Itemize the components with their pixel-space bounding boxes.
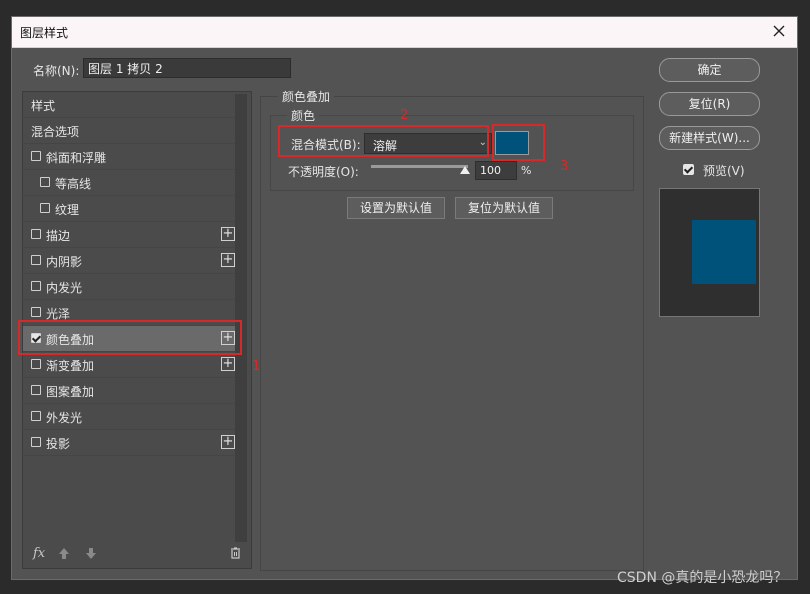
style-list-label: 描边 <box>46 229 71 243</box>
group-title: 颜色 <box>287 107 320 124</box>
annotation-number-2: 2 <box>400 108 409 123</box>
style-list-item[interactable]: 混合选项 <box>23 118 235 144</box>
style-list-item[interactable]: 图案叠加 <box>23 378 235 404</box>
color-swatch[interactable] <box>495 131 529 155</box>
add-effect-icon[interactable]: + <box>221 253 235 267</box>
dialog-title: 图层样式 <box>20 26 69 40</box>
style-list-item[interactable]: 颜色叠加 + <box>23 326 235 352</box>
style-checkbox[interactable] <box>31 385 41 395</box>
style-checkbox[interactable] <box>31 437 41 447</box>
style-checkbox[interactable] <box>31 229 41 239</box>
add-effect-icon[interactable]: + <box>221 435 235 449</box>
opacity-label: 不透明度(O): <box>288 165 359 179</box>
style-list-label: 颜色叠加 <box>46 333 95 347</box>
annotation-number-3: 3 <box>560 159 569 174</box>
blend-mode-select[interactable]: 溶解 ⌄ <box>364 133 492 154</box>
style-checkbox[interactable] <box>40 203 50 213</box>
style-list-label: 内发光 <box>46 281 83 295</box>
blend-mode-label: 混合模式(B): <box>291 138 361 152</box>
style-list-label: 纹理 <box>55 203 80 217</box>
style-list-label: 投影 <box>46 437 71 451</box>
style-list-item[interactable]: 光泽 <box>23 300 235 326</box>
style-checkbox[interactable] <box>31 411 41 421</box>
list-toolbar: fx <box>23 540 251 568</box>
style-checkbox[interactable] <box>31 359 41 369</box>
style-checkbox[interactable] <box>31 333 41 343</box>
style-list-label: 斜面和浮雕 <box>46 151 107 165</box>
style-list-label: 样式 <box>31 99 56 113</box>
opacity-unit: % <box>521 164 532 177</box>
style-list-item[interactable]: 内阴影 + <box>23 248 235 274</box>
style-list-label: 图案叠加 <box>46 385 95 399</box>
preview-label: 预览(V) <box>703 164 745 178</box>
layer-style-dialog: 图层样式 名称(N): 样式混合选项斜面和浮雕等高线纹理描边 + 内阴影 + 内发光光泽… <box>11 16 798 580</box>
style-list-label: 光泽 <box>46 307 71 321</box>
style-list-item[interactable]: 斜面和浮雕 <box>23 144 235 170</box>
preview-thumbnail <box>659 188 760 317</box>
new-style-button[interactable]: 新建样式(W)... <box>659 126 760 150</box>
chevron-down-icon: ⌄ <box>478 137 487 148</box>
add-effect-icon[interactable]: + <box>221 227 235 241</box>
arrow-down-icon[interactable] <box>86 548 96 559</box>
reset-button[interactable]: 复位(R) <box>659 92 760 116</box>
style-list-item[interactable]: 内发光 <box>23 274 235 300</box>
style-list-item[interactable]: 等高线 <box>23 170 235 196</box>
style-list-item[interactable]: 渐变叠加 + <box>23 352 235 378</box>
opacity-input[interactable] <box>475 161 517 180</box>
watermark: CSDN @真的是小恐龙吗？ <box>617 570 788 586</box>
style-checkbox[interactable] <box>31 307 41 317</box>
fx-icon[interactable]: fx <box>33 546 45 561</box>
style-checkbox[interactable] <box>40 177 50 187</box>
style-list-item[interactable]: 纹理 <box>23 196 235 222</box>
style-list-item[interactable]: 样式 <box>23 92 235 118</box>
preview-swatch <box>692 220 756 284</box>
opacity-slider[interactable] <box>371 165 468 168</box>
blend-mode-value: 溶解 <box>373 139 398 153</box>
preview-checkbox[interactable] <box>683 164 694 175</box>
style-list-label: 渐变叠加 <box>46 359 95 373</box>
style-list-label: 等高线 <box>55 177 92 191</box>
style-checkbox[interactable] <box>31 151 41 161</box>
trash-icon[interactable] <box>230 547 241 559</box>
title-bar: 图层样式 <box>12 17 797 48</box>
panel-title: 颜色叠加 <box>278 88 335 105</box>
list-scrollbar[interactable] <box>235 94 247 542</box>
arrow-up-icon[interactable] <box>59 548 69 559</box>
style-list-item[interactable]: 描边 + <box>23 222 235 248</box>
name-input[interactable] <box>83 58 291 78</box>
add-effect-icon[interactable]: + <box>221 357 235 371</box>
ok-button[interactable]: 确定 <box>659 58 760 82</box>
set-default-button[interactable]: 设置为默认值 <box>347 197 445 219</box>
style-list-item[interactable]: 外发光 <box>23 404 235 430</box>
style-checkbox[interactable] <box>31 255 41 265</box>
style-list: 样式混合选项斜面和浮雕等高线纹理描边 + 内阴影 + 内发光光泽颜色叠加 + 渐变叠加 + 图案… <box>22 91 252 569</box>
add-effect-icon[interactable]: + <box>221 331 235 345</box>
style-list-label: 内阴影 <box>46 255 83 269</box>
opacity-slider-thumb[interactable] <box>460 166 470 174</box>
style-list-label: 外发光 <box>46 411 83 425</box>
style-list-label: 混合选项 <box>31 125 80 139</box>
close-icon[interactable] <box>769 21 789 41</box>
style-checkbox[interactable] <box>31 281 41 291</box>
name-label: 名称(N): <box>33 64 80 78</box>
reset-default-button[interactable]: 复位为默认值 <box>455 197 553 219</box>
style-list-item[interactable]: 投影 + <box>23 430 235 456</box>
